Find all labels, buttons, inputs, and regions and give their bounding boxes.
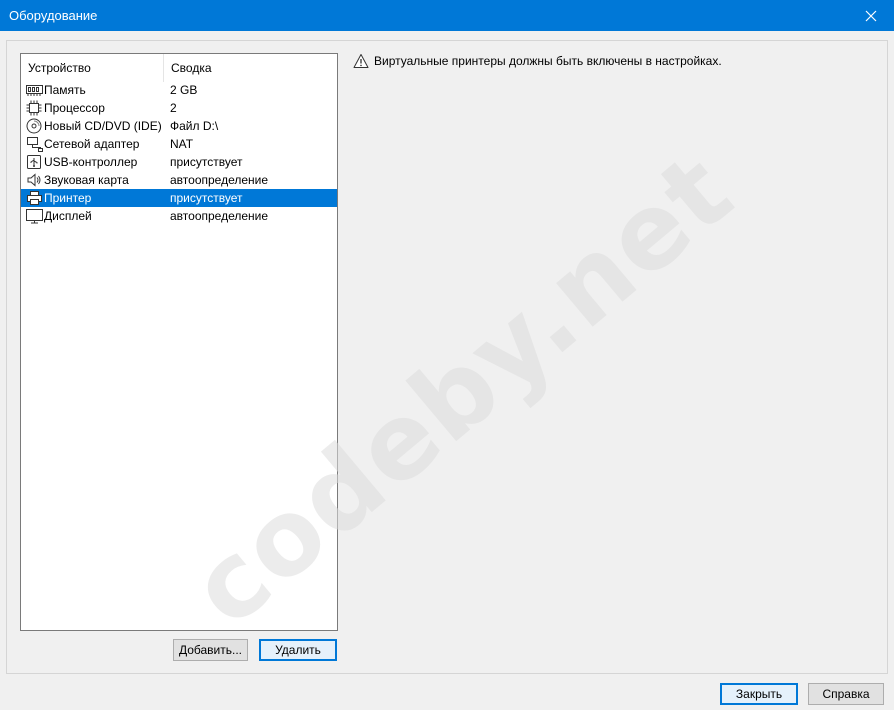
device-name: Память [44,83,86,97]
cd-dvd-icon [26,118,43,134]
device-name: Принтер [44,191,92,205]
device-summary: 2 GB [170,83,198,97]
device-name: Процессор [44,101,105,115]
device-row-network-adapter[interactable]: Сетевой адаптер NAT [21,135,337,153]
device-row-usb-controller[interactable]: USB-контроллер присутствует [21,153,337,171]
device-list[interactable]: Устройство Сводка Память 2 GB Процессор … [20,53,338,631]
device-summary: 2 [170,101,177,115]
device-row-memory[interactable]: Память 2 GB [21,81,337,99]
device-name: Новый CD/DVD (IDE) [44,119,162,133]
device-name: Звуковая карта [44,173,129,187]
device-row-sound-card[interactable]: Звуковая карта автоопределение [21,171,337,189]
title-bar: Оборудование [0,0,894,31]
device-summary: автоопределение [170,209,269,223]
device-summary: присутствует [170,191,243,205]
display-icon [26,208,43,224]
close-button[interactable]: Закрыть [720,683,798,705]
column-header-device[interactable]: Устройство [21,54,164,82]
close-window-button[interactable] [848,0,894,31]
device-summary: Файл D:\ [170,119,219,133]
remove-button[interactable]: Удалить [259,639,337,661]
close-icon [865,10,877,21]
add-button[interactable]: Добавить... [173,639,248,661]
column-header-summary[interactable]: Сводка [164,54,337,82]
device-name: USB-контроллер [44,155,138,169]
window-title: Оборудование [9,8,98,23]
memory-icon [26,82,43,98]
device-row-printer[interactable]: Принтер присутствует [21,189,337,207]
printer-icon [26,190,43,206]
help-button[interactable]: Справка [808,683,884,705]
device-summary: присутствует [170,155,243,169]
device-summary: автоопределение [170,173,269,187]
processor-icon [26,100,43,116]
device-name: Сетевой адаптер [44,137,140,151]
network-adapter-icon [26,136,43,152]
sound-icon [26,172,43,188]
device-row-display[interactable]: Дисплей автоопределение [21,207,337,225]
device-name: Дисплей [44,209,92,223]
notice-text: Виртуальные принтеры должны быть включен… [374,54,722,68]
device-row-cd-dvd[interactable]: Новый CD/DVD (IDE) Файл D:\ [21,117,337,135]
device-list-header: Устройство Сводка [21,54,337,82]
warning-icon [353,53,369,69]
device-summary: NAT [170,137,194,151]
device-row-processor[interactable]: Процессор 2 [21,99,337,117]
usb-icon [26,154,43,170]
